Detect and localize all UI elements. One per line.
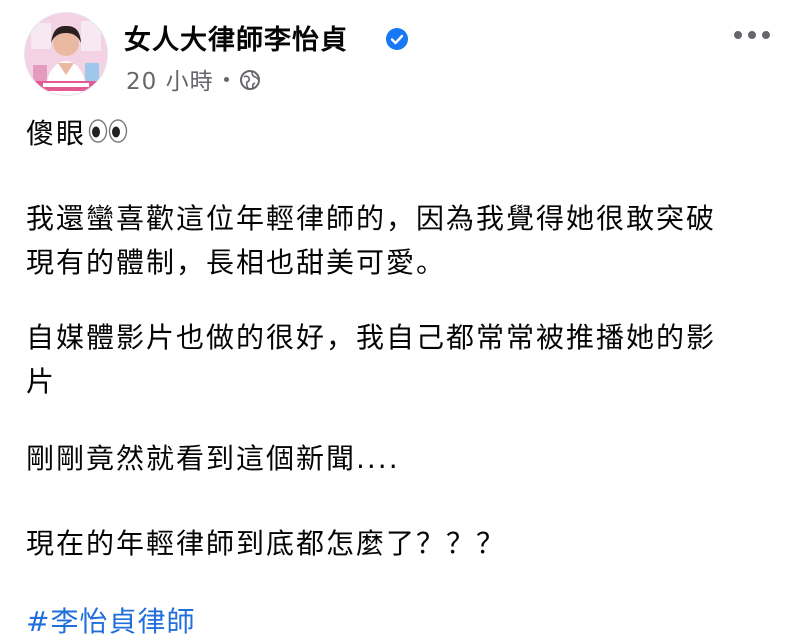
globe-icon[interactable] bbox=[239, 69, 261, 91]
avatar[interactable] bbox=[24, 12, 108, 96]
post-text: 傻眼 bbox=[26, 117, 87, 150]
post-line-4: 自媒體影片也做的很好，我自己都常常被推播她的影 bbox=[26, 321, 717, 354]
post-line-5: 片 bbox=[26, 365, 57, 398]
facebook-post: 女人大律師李怡貞 20 小時 傻眼 我還蠻喜歡這位年輕律師的，因為我覺得她很敢突… bbox=[0, 0, 800, 644]
author-name[interactable]: 女人大律師李怡貞 bbox=[124, 18, 348, 57]
post-header: 女人大律師李怡貞 20 小時 bbox=[0, 0, 800, 110]
post-line-3: 現有的體制，長相也甜美可愛。 bbox=[26, 246, 447, 279]
more-options-icon[interactable] bbox=[732, 26, 772, 39]
verified-badge-icon bbox=[386, 28, 408, 50]
post-line-7: 現在的年輕律師到底都怎麼了？？？ bbox=[26, 527, 507, 560]
post-line-1: 傻眼 bbox=[26, 112, 128, 157]
separator-dot bbox=[223, 76, 229, 82]
post-meta: 20 小時 bbox=[126, 62, 261, 96]
hashtag-link[interactable]: #李怡貞律師 bbox=[26, 600, 195, 644]
avatar-image bbox=[25, 13, 107, 95]
post-line-6: 剛剛竟然就看到這個新聞.... bbox=[26, 442, 400, 475]
post-line-2: 我還蠻喜歡這位年輕律師的，因為我覺得她很敢突破 bbox=[26, 202, 717, 235]
post-timestamp[interactable]: 20 小時 bbox=[126, 62, 214, 96]
eyes-emoji bbox=[88, 113, 128, 157]
